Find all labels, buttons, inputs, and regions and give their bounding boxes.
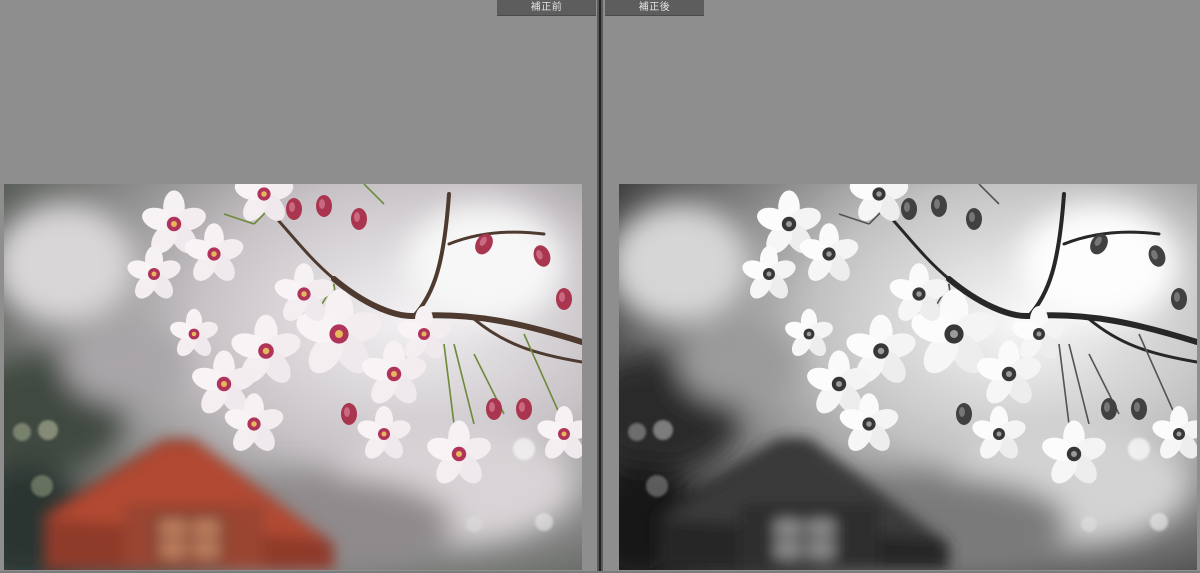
after-photo[interactable] bbox=[619, 184, 1197, 570]
cherry-blossom-image bbox=[4, 184, 582, 570]
after-label: 補正後 bbox=[605, 0, 704, 16]
before-pane[interactable]: 補正前 bbox=[0, 0, 597, 573]
before-label: 補正前 bbox=[497, 0, 596, 16]
after-pane[interactable]: 補正後 bbox=[603, 0, 1200, 573]
before-photo[interactable] bbox=[4, 184, 582, 570]
cherry-blossom-image-monochrome bbox=[619, 184, 1197, 570]
